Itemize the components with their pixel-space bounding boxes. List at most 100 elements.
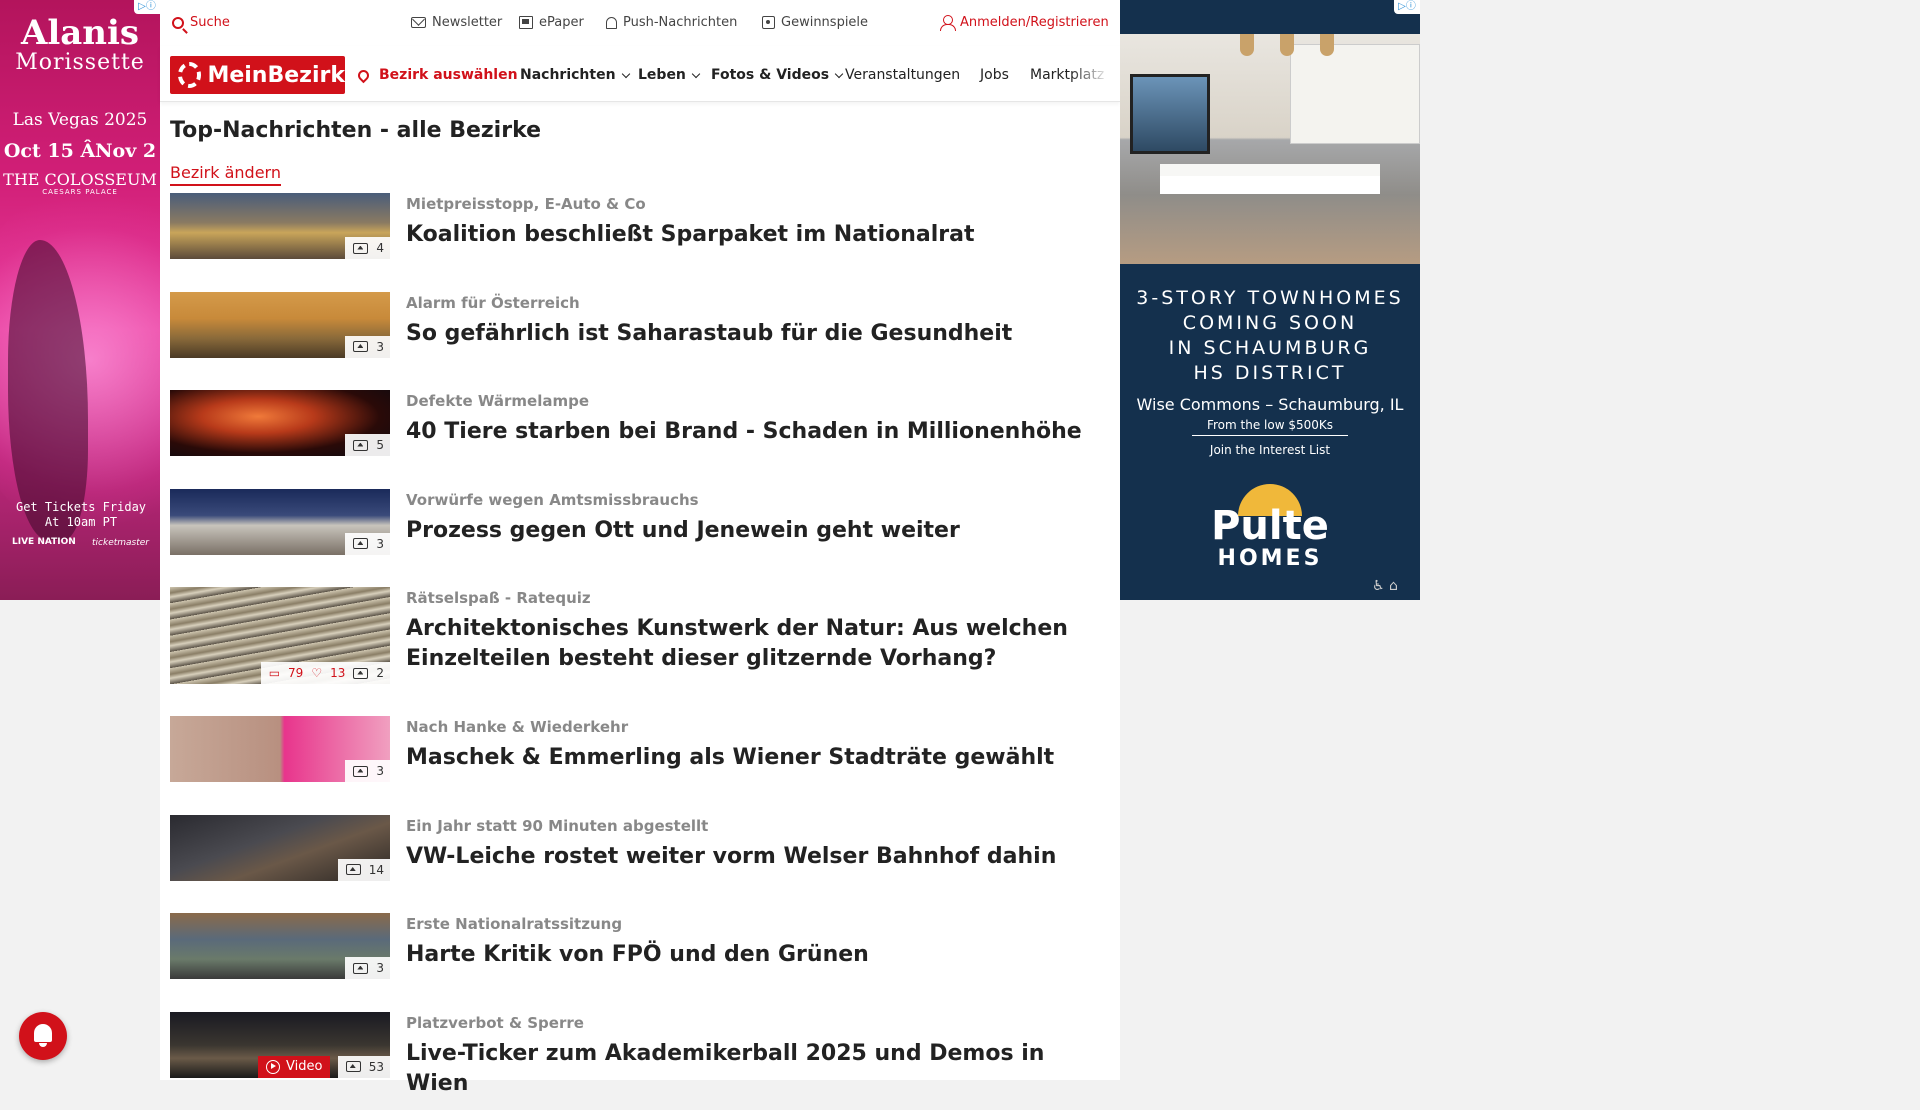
district-select[interactable]: Bezirk auswählen — [358, 67, 518, 83]
photo-gallery-icon — [346, 864, 361, 875]
photo-gallery-icon — [353, 243, 368, 254]
ad-sponsor-livenation: LIVE NATION — [12, 537, 76, 547]
ad-venue-sub: CAESARS PALACE — [0, 188, 160, 196]
article-item[interactable]: ▭79 ♡13 2 Rätselspaß - Ratequiz Architek… — [170, 587, 1110, 716]
top-utility-bar: Suche Newsletter ePaper Push-Nachrichten… — [160, 0, 1120, 46]
article-thumbnail[interactable]: Video 53 — [170, 1012, 390, 1078]
right-ad-banner[interactable]: 3-STORY TOWNHOMES COMING SOON IN SCHAUMB… — [1120, 0, 1420, 600]
article-headline[interactable]: Maschek & Emmerling als Wiener Stadträte… — [406, 743, 1106, 773]
article-headline[interactable]: Architektonisches Kunstwerk der Natur: A… — [406, 614, 1106, 674]
article-item[interactable]: 3 Erste Nationalratssitzung Harte Kritik… — [170, 913, 1110, 1012]
article-thumbnail[interactable]: 5 — [170, 390, 390, 456]
push-label: Push-Nachrichten — [623, 15, 737, 30]
search-link[interactable]: Suche — [172, 15, 230, 30]
ad-pendant-lamp — [1280, 34, 1294, 56]
login-link[interactable]: Anmelden/Registrieren — [940, 15, 1109, 30]
games-label: Gewinnspiele — [781, 15, 868, 30]
article-headline[interactable]: Live-Ticker zum Akademikerball 2025 und … — [406, 1039, 1106, 1099]
article-item[interactable]: 4 Mietpreisstopp, E-Auto & Co Koalition … — [170, 193, 1110, 292]
newspaper-icon — [519, 16, 533, 29]
article-item[interactable]: 3 Vorwürfe wegen Amtsmissbrauchs Prozess… — [170, 489, 1110, 588]
heart-icon: ♡ — [311, 666, 322, 680]
ad-pendant-lamp — [1240, 34, 1254, 56]
photo-count: 53 — [369, 1060, 384, 1074]
article-thumbnail[interactable]: 3 — [170, 913, 390, 979]
article-item[interactable]: 5 Defekte Wärmelampe 40 Tiere starben be… — [170, 390, 1110, 489]
main-navigation: MeinBezirk Bezirk auswählen Nachrichten … — [160, 46, 1120, 102]
article-headline[interactable]: Harte Kritik von FPÖ und den Grünen — [406, 940, 1106, 970]
adchoices-icon[interactable]: ▷ⓘ — [1394, 0, 1420, 14]
notification-bell-button[interactable] — [19, 1012, 67, 1060]
ad-cta[interactable]: Join the Interest List — [1120, 443, 1420, 457]
ad-headline-line: 3-STORY TOWNHOMES — [1120, 286, 1420, 311]
comment-count: 79 — [288, 666, 303, 680]
comment-icon: ▭ — [269, 666, 280, 680]
epaper-label: ePaper — [539, 15, 584, 30]
adchoices-icon[interactable]: ▷ⓘ — [134, 0, 160, 14]
nav-item-photos-videos[interactable]: Fotos & Videos — [711, 67, 842, 83]
article-list: 4 Mietpreisstopp, E-Auto & Co Koalition … — [170, 193, 1110, 1110]
article-item[interactable]: Video 53 Platzverbot & Sperre Live-Ticke… — [170, 1012, 1110, 1110]
thumbnail-meta: 14 — [338, 859, 390, 881]
ad-artist-surname: Morissette — [0, 50, 160, 75]
nav-item-life[interactable]: Leben — [638, 67, 699, 83]
photo-count: 3 — [376, 961, 384, 975]
thumbnail-meta: 53 — [338, 1056, 390, 1078]
article-kicker: Mietpreisstopp, E-Auto & Co — [406, 195, 646, 213]
nav-item-news[interactable]: Nachrichten — [520, 67, 629, 83]
nav-item-label: Nachrichten — [520, 67, 616, 83]
epaper-link[interactable]: ePaper — [519, 15, 584, 30]
site-logo[interactable]: MeinBezirk — [170, 56, 345, 94]
article-thumbnail[interactable]: ▭79 ♡13 2 — [170, 587, 390, 684]
nav-item-label: Veranstaltungen — [845, 67, 960, 83]
video-label: Video — [286, 1059, 322, 1074]
article-headline[interactable]: 40 Tiere starben bei Brand - Schaden in … — [406, 417, 1106, 447]
thumbnail-meta: ▭79 ♡13 2 — [261, 662, 390, 684]
article-kicker: Defekte Wärmelampe — [406, 392, 589, 410]
article-kicker: Vorwürfe wegen Amtsmissbrauchs — [406, 491, 699, 509]
ad-location: Wise Commons – Schaumburg, IL — [1120, 395, 1420, 414]
article-thumbnail[interactable]: 14 — [170, 815, 390, 881]
article-thumbnail[interactable]: 3 — [170, 292, 390, 358]
ad-price: From the low $500Ks — [1192, 418, 1348, 436]
article-kicker: Rätselspaß - Ratequiz — [406, 589, 591, 607]
photo-count: 3 — [376, 537, 384, 551]
article-thumbnail[interactable]: 4 — [170, 193, 390, 259]
photo-gallery-icon — [353, 440, 368, 451]
nav-item-jobs[interactable]: Jobs — [980, 67, 1009, 83]
photo-count: 5 — [376, 438, 384, 452]
ad-dates: Oct 15 ÂNov 2 — [0, 140, 160, 162]
nav-item-label: Leben — [638, 67, 686, 83]
photo-gallery-icon — [353, 668, 368, 679]
page-title: Top-Nachrichten - alle Bezirke — [170, 118, 541, 143]
ad-headline-line: IN SCHAUMBURG — [1120, 336, 1420, 361]
accessibility-housing-icons: ♿ ⌂ — [1372, 578, 1398, 594]
ad-cta: Get Tickets Friday At 10am PT — [6, 500, 156, 530]
article-item[interactable]: 14 Ein Jahr statt 90 Minuten abgestellt … — [170, 815, 1110, 914]
article-thumbnail[interactable]: 3 — [170, 489, 390, 555]
newsletter-link[interactable]: Newsletter — [411, 15, 502, 30]
change-district-link[interactable]: Bezirk ändern — [170, 163, 281, 186]
thumbnail-meta: 3 — [345, 760, 390, 782]
left-ad-banner[interactable]: Alanis Morissette Las Vegas 2025 Oct 15 … — [0, 0, 160, 600]
nav-item-label: Jobs — [980, 67, 1009, 83]
chevron-down-icon — [692, 69, 700, 77]
article-headline[interactable]: Koalition beschließt Sparpaket im Nation… — [406, 220, 1106, 250]
push-notifications-link[interactable]: Push-Nachrichten — [606, 15, 737, 30]
ad-kitchen-window — [1130, 74, 1210, 154]
article-item[interactable]: 3 Alarm für Österreich So gefährlich ist… — [170, 292, 1110, 391]
video-badge: Video — [258, 1056, 330, 1078]
article-headline[interactable]: Prozess gegen Ott und Jenewein geht weit… — [406, 516, 1106, 546]
play-icon — [266, 1060, 280, 1074]
photo-gallery-icon — [346, 1061, 361, 1072]
article-headline[interactable]: VW-Leiche rostet weiter vorm Welser Bahn… — [406, 842, 1106, 872]
games-link[interactable]: Gewinnspiele — [762, 15, 868, 30]
chevron-down-icon — [835, 69, 843, 77]
thumbnail-meta: 5 — [345, 434, 390, 456]
ad-kitchen-cabinet — [1290, 44, 1420, 144]
nav-item-events[interactable]: Veranstaltungen — [845, 67, 960, 83]
article-item[interactable]: 3 Nach Hanke & Wiederkehr Maschek & Emme… — [170, 716, 1110, 815]
article-thumbnail[interactable]: 3 — [170, 716, 390, 782]
article-headline[interactable]: So gefährlich ist Saharastaub für die Ge… — [406, 319, 1106, 349]
user-icon — [940, 15, 954, 30]
